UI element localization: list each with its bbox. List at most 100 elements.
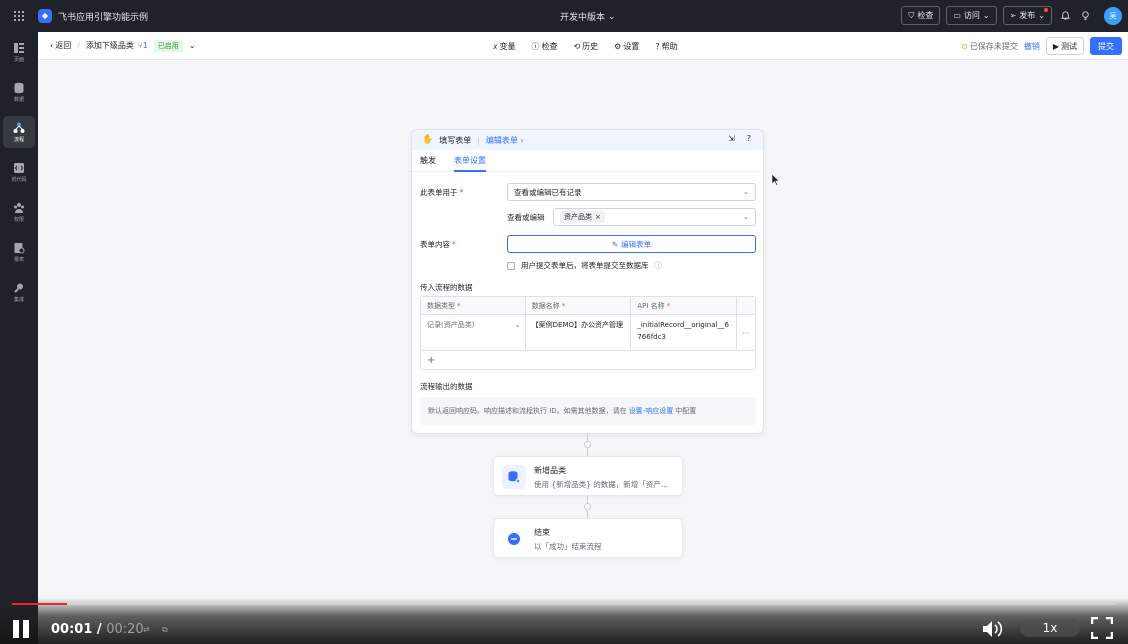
revert-button[interactable]: 撤销 [1024,41,1040,52]
help-label: 帮助 [661,42,678,51]
chapter-icon[interactable]: ⇄ [143,625,150,634]
lightbulb-icon[interactable] [1078,9,1092,23]
inspect-button[interactable]: ⓘ 检查 [531,41,557,52]
sidebar-item-permission[interactable]: 权限 [0,192,38,232]
play-icon: ▶ [1052,41,1059,51]
required-mark: * [666,301,671,310]
object-tag: 资产品类 × [560,211,605,223]
chevron-down-icon: ⌄ [514,321,521,329]
playback-speed-button[interactable]: 1x [1020,619,1080,637]
more-icon[interactable]: ⋯ [737,315,755,350]
submit-to-db-checkbox[interactable] [507,261,515,270]
variable-button[interactable]: 𝑥 变量 [493,41,515,52]
node-title: 新增品类 [534,466,566,475]
check-icon: ⛉ [908,10,915,20]
sidebar-item-label: 低代码 [11,176,27,183]
pause-icon[interactable] [12,620,30,638]
submit-to-db-option: 用户提交表单后，将表单提交至数据库 ⓘ [507,260,662,271]
publish-button[interactable]: ➢ 发布 ⌄ [1002,6,1052,25]
name-cell[interactable]: 【案例DEMO】办公资产管理 [526,315,632,350]
history-button[interactable]: ⟲ 历史 [573,41,598,52]
app-logo-icon [38,9,52,23]
volume-icon[interactable] [982,620,1004,638]
output-data-info: 默认返回响应码、响应描述和流程执行 ID。如需其他数据，请在 设置-响应设置 中… [420,397,756,425]
response-settings-link[interactable]: 设置-响应设置 [629,406,674,416]
app-grid-icon[interactable] [0,0,38,32]
edit-form-link[interactable]: 编辑表单 › [486,135,524,146]
chevron-down-icon: ⌄ [982,11,990,20]
settings-button[interactable]: ⚙ 设置 [614,41,639,52]
chevron-down-icon: ⌄ [1038,11,1045,20]
help-icon[interactable]: ? [747,134,751,143]
add-node-dot[interactable] [584,441,591,448]
hand-icon: ✋ [422,135,434,145]
sidebar-item-label: 页面 [13,56,24,63]
column-header-type-label: 数据类型 [427,301,455,310]
avatar[interactable]: 吴 [1104,6,1122,25]
sidebar-item-pages[interactable]: 页面 [0,32,38,72]
form-usage-label: 此表单用于 * [420,187,463,198]
version-selector[interactable]: 开发中版本 ⌄ [560,10,616,24]
sidebar-item-label: 数据 [13,96,24,103]
column-header-actions [737,297,755,314]
table-row: 记录(资产品类) ⌄ 【案例DEMO】办公资产管理 _initialRecord… [421,315,755,351]
column-header-type: 数据类型 * [421,297,526,314]
flow-name: 添加下级品类 [85,41,134,50]
tab-trigger[interactable]: 触发 [420,150,436,172]
screen: 飞书应用引擎功能示例 开发中版本 ⌄ ⛉ 检查 ▭ 访问 ⌄ ➢ 发布 ⌄ 吴 … [0,0,1128,644]
collapse-icon[interactable]: ⇲ [728,134,735,143]
node-end[interactable]: 结束 以「成功」结束流程 [493,518,683,558]
gear-icon: ⚙ [614,42,622,51]
flow-actions: ⊙ 已保存未提交 撤销 ▶ 测试 提交 [961,37,1122,55]
check-button[interactable]: ⛉ 检查 [901,6,941,25]
sidebar-item-integration[interactable]: 集成 [0,272,38,312]
submit-button[interactable]: 提交 [1090,37,1122,55]
video-progress-bar[interactable] [12,603,1116,605]
add-row-button[interactable]: + [421,351,755,369]
visit-button[interactable]: ▭ 访问 ⌄ [946,6,997,25]
help-button[interactable]: ? 帮助 [655,41,677,52]
total-time: 00:20 [106,622,144,637]
object-tag-label: 资产品类 [564,213,592,221]
edit-form-button-label: 编辑表单 [621,239,652,249]
sidebar-item-report[interactable]: 报表 [0,232,38,272]
tab-form-settings[interactable]: 表单设置 [454,150,486,172]
inspect-label: 检查 [541,42,558,51]
column-header-name-label: 数据名称 [531,301,560,310]
node-add-category[interactable]: 新增品类 使用 {新增品类} 的数据，新增「资产... [493,456,683,496]
fill-form-node-card[interactable]: ✋ 填写表单 | 编辑表单 › ⇲ ? 触发 表单设置 此表单用于 * 查看或编辑… [411,129,764,434]
type-cell[interactable]: 记录(资产品类) ⌄ [421,315,526,350]
pages-icon [14,42,24,53]
fullscreen-icon[interactable] [1091,617,1113,639]
flow-toolbar: 𝑥 变量 ⓘ 检查 ⟲ 历史 ⚙ 设置 ? 帮助 [493,41,678,52]
column-header-name: 数据名称 * [526,297,632,314]
sidebar-item-flow[interactable]: 流程 [0,112,38,152]
view-edit-label: 查看或编辑 [507,213,545,222]
add-node-dot[interactable] [584,503,591,510]
divider: | [477,135,480,145]
test-button[interactable]: ▶ 测试 [1045,37,1084,55]
api-cell[interactable]: _initialRecord__original__6766fdc3 [631,315,738,350]
form-usage-select[interactable]: 查看或编辑已有记录 ⌄ [507,183,756,201]
flow-canvas[interactable]: ✋ 填写表单 | 编辑表单 › ⇲ ? 触发 表单设置 此表单用于 * 查看或编辑… [38,61,1128,644]
view-edit-select[interactable]: 资产品类 × ⌄ [553,208,756,226]
pen-icon: ✎ [611,239,619,249]
permission-icon [14,202,24,213]
warning-icon: ⊙ [961,41,968,51]
close-icon[interactable]: × [595,213,601,221]
back-button[interactable]: ‹ 返回 [50,40,71,51]
sidebar-item-data[interactable]: 数据 [0,72,38,112]
caption-icon[interactable]: ⧉ [162,625,168,635]
chevron-down-icon[interactable]: ⌄ [189,41,196,50]
required-mark: * [457,301,461,310]
edit-form-button[interactable]: ✎ 编辑表单 [507,235,756,253]
bell-icon[interactable] [1058,9,1072,23]
sidebar-item-lowcode[interactable]: 低代码 [0,152,38,192]
info-icon: ⓘ [654,261,663,270]
flow-header: ‹ 返回 / 添加下级品类 ⑂1 已启用 ⌄ 𝑥 变量 ⓘ 检查 ⟲ 历史 ⚙ 设置 ?… [38,32,1128,60]
breadcrumb-separator: / [77,41,80,50]
output-info-text: 默认返回响应码、响应描述和流程执行 ID。如需其他数据，请在 [428,407,627,415]
node-title: 结束 [534,528,550,537]
history-icon: ⟲ [573,42,581,51]
flow-version[interactable]: ⑂1 [138,41,148,50]
